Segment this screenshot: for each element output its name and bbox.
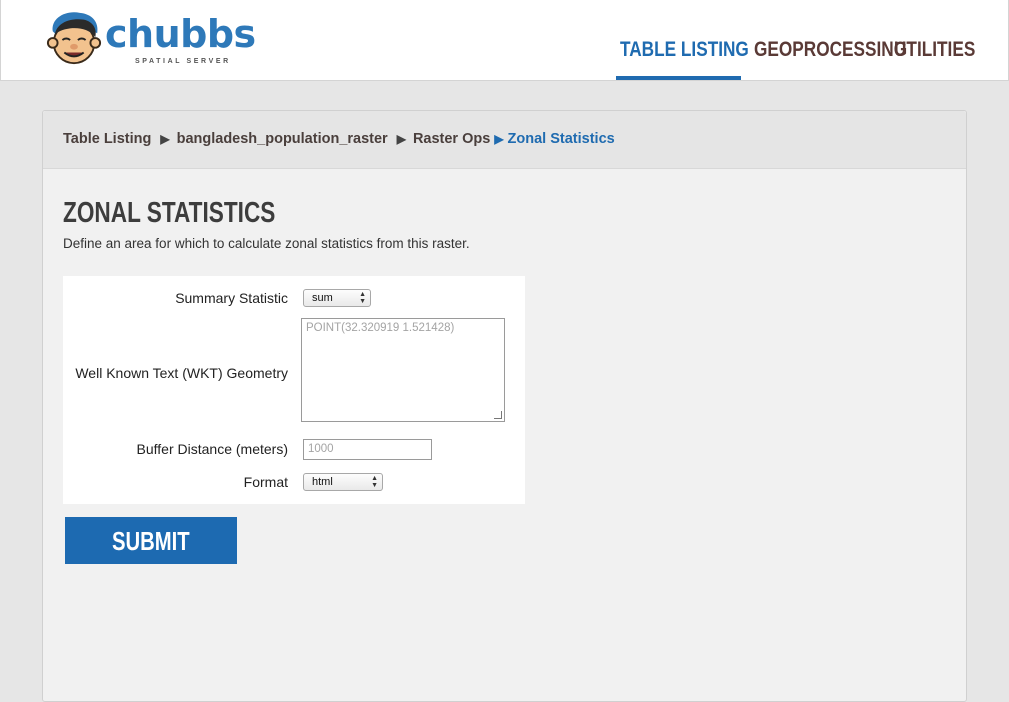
page-title: ZONAL STATISTICS: [63, 197, 276, 229]
content-panel: Table Listing ▶ bangladesh_population_rast…: [42, 110, 967, 702]
buffer-placeholder: 1000: [308, 443, 334, 455]
nav-table-listing[interactable]: TABLE LISTING: [620, 0, 749, 80]
nav-utilities[interactable]: UTILITIES: [894, 0, 975, 80]
format-value: html: [312, 476, 333, 488]
summary-statistic-value: sum: [312, 292, 333, 304]
breadcrumb-raster-table[interactable]: bangladesh_population_raster: [177, 131, 388, 147]
breadcrumb-raster-ops[interactable]: Raster Ops: [413, 131, 490, 147]
breadcrumb-current: Zonal Statistics: [507, 131, 615, 147]
brand-name: chubbs: [105, 12, 256, 56]
resize-grip-icon[interactable]: [494, 411, 502, 419]
active-nav-indicator: [616, 76, 741, 80]
breadcrumb-bar: Table Listing ▶ bangladesh_population_rast…: [43, 111, 966, 169]
page-description: Define an area for which to calculate zo…: [63, 236, 470, 251]
breadcrumb: Table Listing ▶ bangladesh_population_rast…: [63, 131, 615, 147]
select-arrows-icon: ▲ ▼: [359, 291, 366, 305]
brand-tagline: SPATIAL SERVER: [135, 58, 231, 65]
zonal-stats-form: Summary Statistic sum ▲ ▼ Well Known Text…: [63, 276, 525, 504]
format-select[interactable]: html ▲ ▼: [303, 473, 383, 491]
submit-label: SUBMIT: [112, 526, 190, 556]
summary-statistic-label: Summary Statistic: [175, 290, 288, 306]
wkt-geometry-textarea[interactable]: POINT(32.320919 1.521428): [301, 318, 505, 422]
buffer-distance-input[interactable]: 1000: [303, 439, 432, 460]
nav-geoprocessing[interactable]: GEOPROCESSING: [754, 0, 907, 80]
breadcrumb-arrow-icon: ▶: [494, 132, 504, 146]
breadcrumb-arrow-icon: ▶: [160, 132, 170, 146]
select-arrows-icon: ▲ ▼: [371, 475, 378, 489]
main-nav: TABLE LISTING GEOPROCESSING UTILITIES: [620, 0, 975, 80]
summary-statistic-select[interactable]: sum ▲ ▼: [303, 289, 371, 307]
breadcrumb-table-listing[interactable]: Table Listing: [63, 131, 151, 147]
wkt-geometry-label: Well Known Text (WKT) Geometry: [75, 365, 288, 381]
breadcrumb-arrow-icon: ▶: [396, 132, 406, 146]
chubbs-mascot-icon: [46, 12, 102, 65]
buffer-distance-label: Buffer Distance (meters): [136, 441, 288, 457]
brand-logo[interactable]: chubbs SPATIAL SERVER: [45, 8, 265, 72]
top-header: chubbs SPATIAL SERVER TABLE LISTING GEOP…: [0, 0, 1009, 81]
wkt-placeholder: POINT(32.320919 1.521428): [306, 322, 455, 334]
format-label: Format: [243, 474, 288, 490]
submit-button[interactable]: SUBMIT: [65, 517, 237, 564]
